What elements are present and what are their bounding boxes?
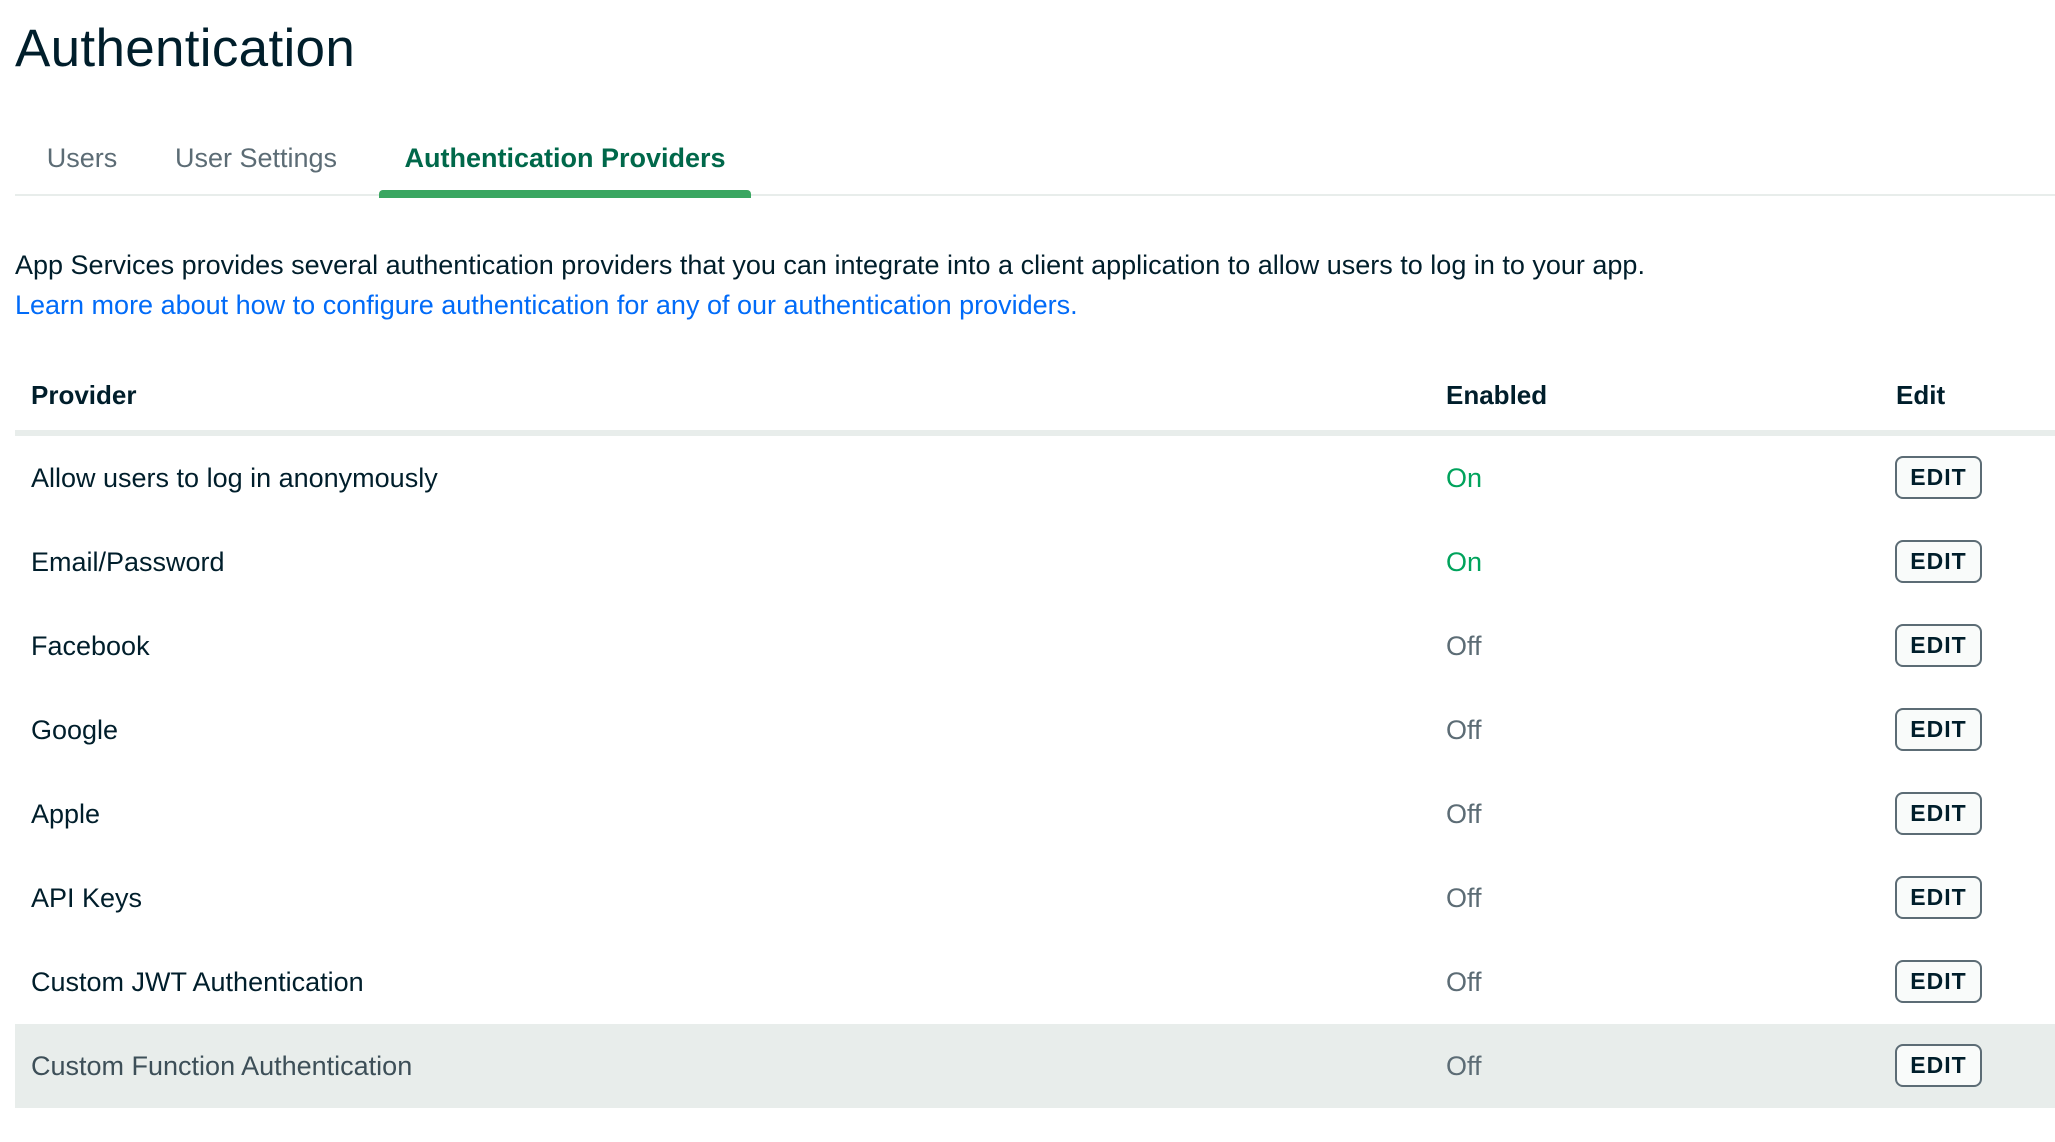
authentication-page: Authentication Users User Settings Authe… [0,0,2055,1142]
intro-text: App Services provides several authentica… [15,250,1645,280]
provider-name: API Keys [31,883,143,913]
table-row: Custom JWT Authentication Off EDIT [15,940,2055,1024]
edit-button[interactable]: EDIT [1895,456,1982,499]
edit-button[interactable]: EDIT [1895,876,1982,919]
enabled-status: Off [1446,883,1482,913]
edit-button[interactable]: EDIT [1895,1044,1982,1087]
provider-name: Facebook [31,631,150,661]
enabled-status: Off [1446,799,1482,829]
column-header-provider: Provider [31,380,137,410]
edit-button[interactable]: EDIT [1895,792,1982,835]
edit-button[interactable]: EDIT [1895,624,1982,667]
provider-name: Allow users to log in anonymously [31,463,438,493]
provider-name: Custom Function Authentication [31,1051,413,1081]
tab-users[interactable]: Users [35,120,129,196]
provider-name: Email/Password [31,547,225,577]
column-header-enabled: Enabled [1446,380,1548,410]
provider-name: Custom JWT Authentication [31,967,364,997]
enabled-status: Off [1446,631,1482,661]
provider-name: Apple [31,799,101,829]
table-row: Custom Function Authentication Off EDIT [15,1024,2055,1108]
enabled-status: On [1446,547,1483,577]
table-row: Google Off EDIT [15,688,2055,772]
providers-table: Provider Enabled Edit Allow users to log… [15,360,2055,1108]
table-row: Email/Password On EDIT [15,520,2055,604]
tab-authentication-providers[interactable]: Authentication Providers [379,120,751,198]
enabled-status: Off [1446,967,1482,997]
table-row: API Keys Off EDIT [15,856,2055,940]
tab-bar: Users User Settings Authentication Provi… [15,120,2055,198]
edit-button[interactable]: EDIT [1895,960,1982,1003]
learn-more-link[interactable]: Learn more about how to configure authen… [15,285,1078,325]
edit-button[interactable]: EDIT [1895,708,1982,751]
column-header-edit: Edit [1896,380,1946,410]
table-row: Apple Off EDIT [15,772,2055,856]
table-row: Allow users to log in anonymously On EDI… [15,436,2055,520]
table-header: Provider Enabled Edit [15,360,2055,436]
provider-name: Google [31,715,119,745]
enabled-status: Off [1446,715,1482,745]
table-row: Facebook Off EDIT [15,604,2055,688]
page-title: Authentication [15,19,356,78]
enabled-status: On [1446,463,1483,493]
enabled-status: Off [1446,1051,1482,1081]
edit-button[interactable]: EDIT [1895,540,1982,583]
tab-user-settings[interactable]: User Settings [163,120,349,196]
